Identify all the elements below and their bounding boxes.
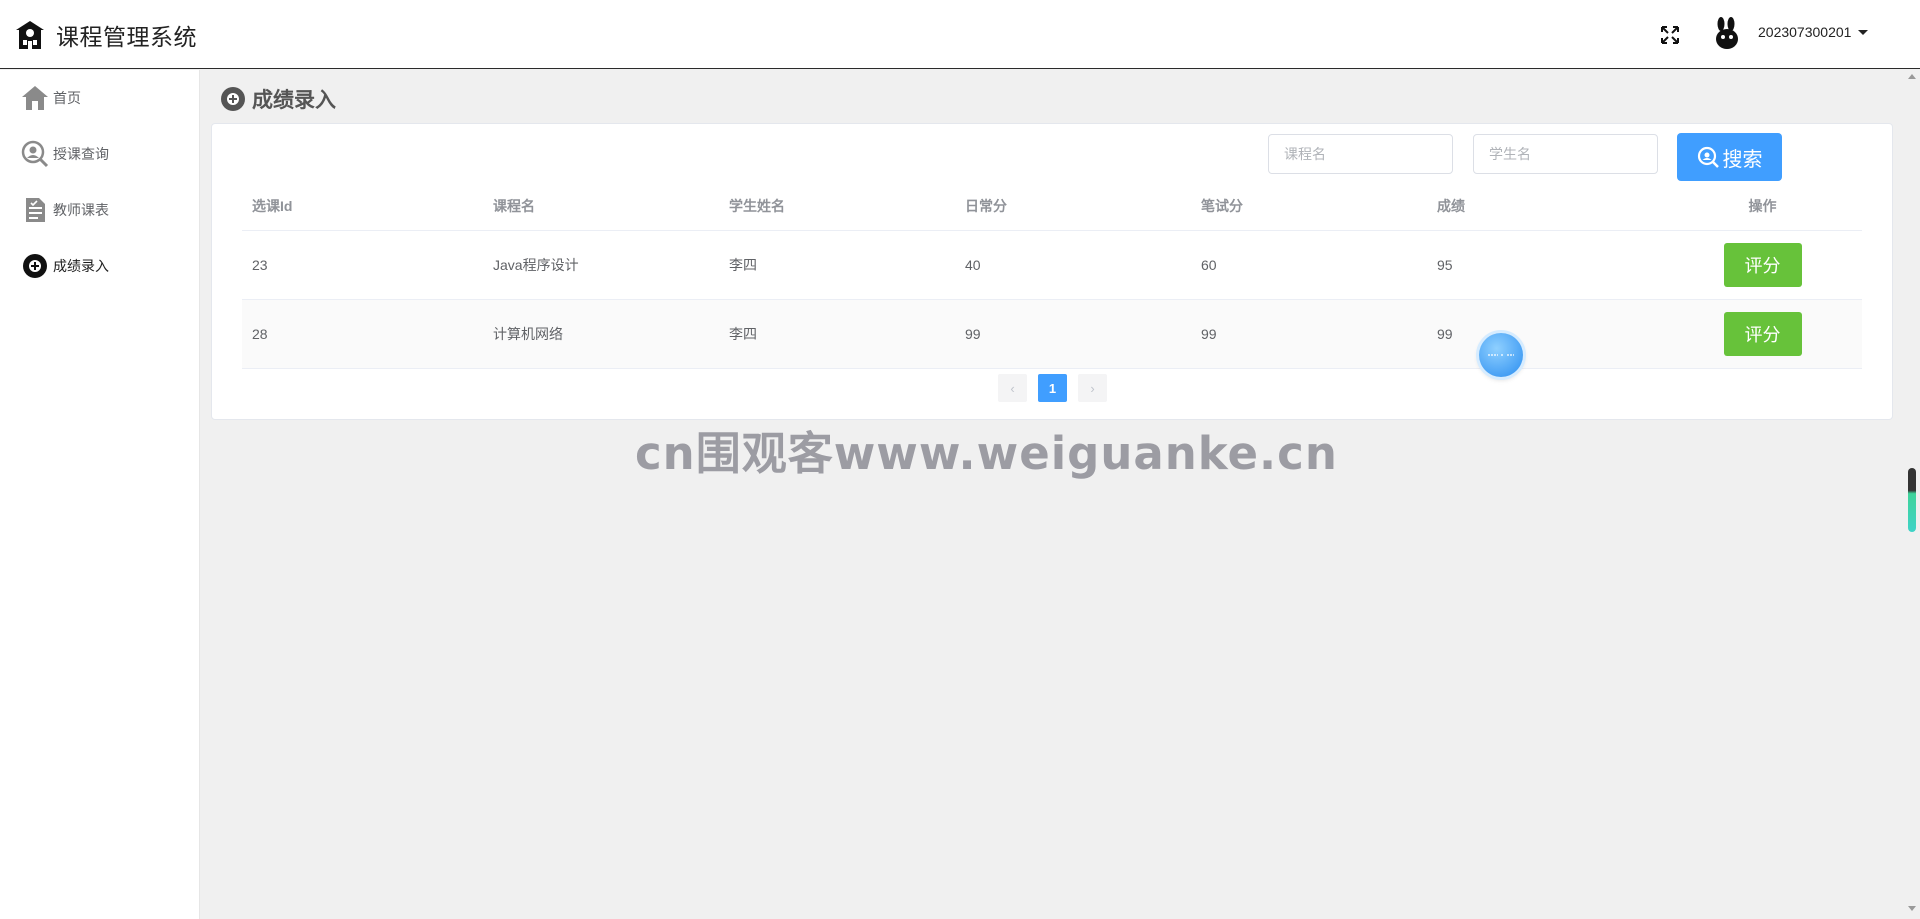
grade-button[interactable]: 评分 <box>1723 243 1802 287</box>
table-row: 23 Java程序设计 李四 40 60 95 评分 <box>242 231 1862 300</box>
cell-action: 评分 <box>1663 312 1862 356</box>
column-header: 课程名 <box>493 197 535 214</box>
dots-icon <box>1488 354 1514 356</box>
sidebar-item-label: 成绩录入 <box>53 258 109 274</box>
floating-assistant-button[interactable] <box>1479 333 1523 377</box>
sidebar: 首页 授课查询 教师课表 成绩录入 <box>0 70 200 919</box>
page-scrollbar[interactable] <box>1905 70 1920 919</box>
cell-course: 计算机网络 <box>493 326 563 342</box>
app-title: 课程管理系统 <box>56 24 197 50</box>
sidebar-item-label: 教师课表 <box>53 202 109 218</box>
table-header: 选课Id 课程名 学生姓名 日常分 笔试分 成绩 操作 <box>242 181 1862 231</box>
school-icon <box>16 21 44 49</box>
cell-student: 李四 <box>729 257 757 273</box>
top-header: 课程管理系统 202307300201 <box>0 0 1920 69</box>
cell-daily-score: 99 <box>965 326 981 342</box>
add-circle-icon <box>221 87 245 111</box>
grade-card: 搜索 选课Id 课程名 学生姓名 日常分 笔试分 成绩 操作 23 Java程序… <box>211 123 1893 420</box>
sidebar-item-teacher-schedule[interactable]: 教师课表 <box>0 182 199 238</box>
home-icon <box>22 86 48 110</box>
course-name-input[interactable] <box>1268 134 1453 174</box>
next-page-button[interactable]: › <box>1078 374 1107 402</box>
caret-down-icon <box>1858 29 1869 35</box>
grade-button[interactable]: 评分 <box>1723 312 1802 356</box>
cell-daily-score: 40 <box>965 257 981 273</box>
column-header: 笔试分 <box>1201 197 1243 214</box>
user-menu[interactable]: 202307300201 <box>1758 24 1869 40</box>
cell-written-score: 99 <box>1201 326 1217 342</box>
add-circle-icon <box>23 254 47 278</box>
cell-id: 23 <box>252 257 268 273</box>
grade-table: 选课Id 课程名 学生姓名 日常分 笔试分 成绩 操作 23 Java程序设计 … <box>242 181 1862 369</box>
search-button[interactable]: 搜索 <box>1677 133 1782 181</box>
student-name-input[interactable] <box>1473 134 1658 174</box>
cell-written-score: 60 <box>1201 257 1217 273</box>
avatar[interactable] <box>1710 17 1744 51</box>
sidebar-item-home[interactable]: 首页 <box>0 70 199 126</box>
search-button-label: 搜索 <box>1722 148 1763 171</box>
column-header: 日常分 <box>965 197 1007 214</box>
cell-final-score: 95 <box>1437 257 1453 273</box>
cell-action: 评分 <box>1663 243 1862 287</box>
search-icon <box>1697 146 1719 168</box>
sidebar-item-label: 首页 <box>53 90 81 106</box>
scroll-up-arrow-icon[interactable] <box>1908 74 1916 79</box>
scroll-widget[interactable] <box>1908 468 1916 532</box>
column-header: 学生姓名 <box>729 197 785 214</box>
page-number-current[interactable]: 1 <box>1038 374 1067 402</box>
scroll-down-arrow-icon[interactable] <box>1908 906 1916 911</box>
column-header: 选课Id <box>252 197 293 214</box>
page-title-text: 成绩录入 <box>252 89 336 112</box>
username: 202307300201 <box>1758 24 1852 40</box>
fullscreen-icon[interactable] <box>1659 24 1681 46</box>
prev-page-button[interactable]: ‹ <box>998 374 1027 402</box>
cell-final-score: 99 <box>1437 326 1453 342</box>
sidebar-item-grade-entry[interactable]: 成绩录入 <box>0 238 199 294</box>
cell-course: Java程序设计 <box>493 257 579 273</box>
document-icon <box>26 198 45 222</box>
watermark: cn围观客www.weiguanke.cn <box>635 427 1338 480</box>
search-person-icon <box>21 140 49 168</box>
column-header: 操作 <box>1748 197 1777 214</box>
page-title: 成绩录入 <box>219 84 336 114</box>
column-header: 成绩 <box>1437 197 1465 214</box>
cell-student: 李四 <box>729 326 757 342</box>
cell-id: 28 <box>252 326 268 342</box>
sidebar-item-teaching-query[interactable]: 授课查询 <box>0 126 199 182</box>
brand: 课程管理系统 <box>14 18 197 52</box>
pagination: ‹ 1 › <box>998 374 1107 402</box>
table-row: 28 计算机网络 李四 99 99 99 评分 <box>242 300 1862 369</box>
sidebar-item-label: 授课查询 <box>53 146 109 162</box>
